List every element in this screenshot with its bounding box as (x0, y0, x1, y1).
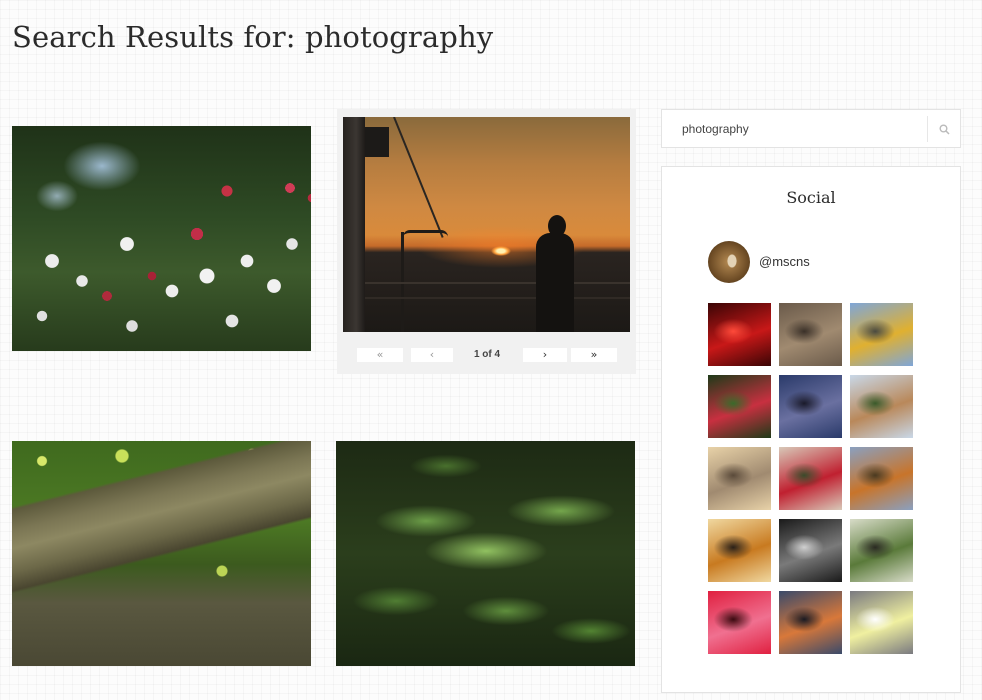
previous-page-button[interactable]: ‹ (411, 348, 453, 362)
thumbnail-bw-people[interactable] (779, 519, 842, 582)
search-icon (939, 124, 950, 135)
thumbnail-train-interior[interactable] (779, 303, 842, 366)
fern-photo[interactable] (336, 441, 635, 666)
page-status: 1 of 4 (473, 349, 501, 360)
social-title: Social (786, 188, 836, 207)
flowers-photo[interactable] (12, 126, 311, 351)
search-form (661, 109, 961, 148)
branch-photo[interactable] (12, 441, 311, 666)
thumbnail-red-neon[interactable] (708, 591, 771, 654)
sunset-photo[interactable] (343, 117, 630, 332)
avatar[interactable] (708, 241, 750, 283)
thumbnail-city-sunset[interactable] (779, 591, 842, 654)
thumbnail-balconies[interactable] (850, 375, 913, 438)
thumbnail-cat[interactable] (708, 519, 771, 582)
username-link[interactable]: @mscns (759, 254, 810, 269)
thumbnail-yellow-tram[interactable] (850, 303, 913, 366)
thumbnail-red-blossoms[interactable] (779, 447, 842, 510)
search-input[interactable] (662, 110, 924, 147)
thumbnail-neon-tubes[interactable] (850, 591, 913, 654)
thumbnail-red-flowers[interactable] (708, 375, 771, 438)
thumbnail-dusk-sky[interactable] (779, 375, 842, 438)
thumbnail-horses[interactable] (708, 447, 771, 510)
next-page-button[interactable]: › (523, 348, 567, 362)
gallery-pager: « ‹ 1 of 4 › » (357, 348, 617, 363)
thumbnail-neon-sign[interactable] (708, 303, 771, 366)
social-widget: Social @mscns (661, 166, 961, 693)
last-page-button[interactable]: » (571, 348, 617, 362)
thumbnail-autumn-tree[interactable] (850, 447, 913, 510)
first-page-button[interactable]: « (357, 348, 403, 362)
thumbnail-window-plant[interactable] (850, 519, 913, 582)
search-button[interactable] (927, 116, 960, 142)
page-title: Search Results for: photography (12, 20, 494, 54)
